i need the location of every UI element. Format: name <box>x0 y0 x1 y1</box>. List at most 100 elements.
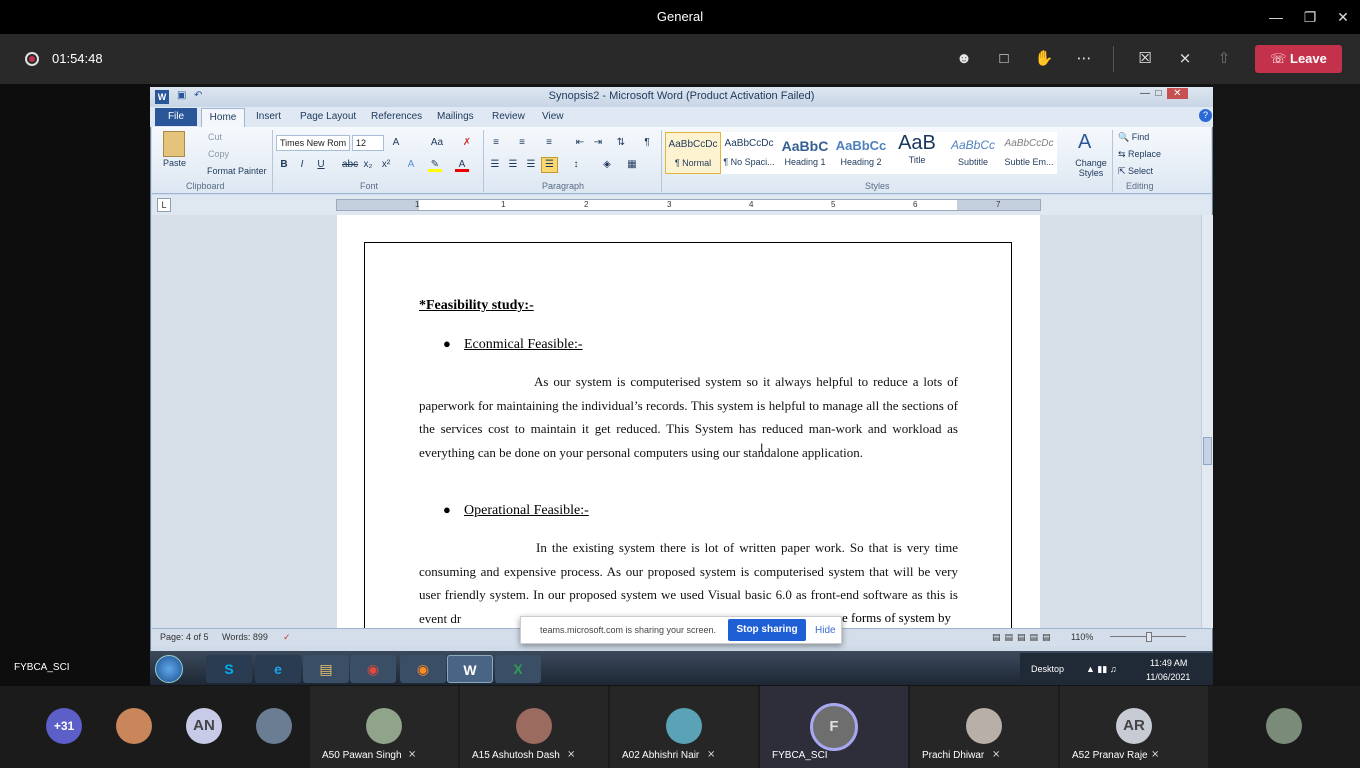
text-effects-icon[interactable]: A <box>404 158 418 172</box>
borders-icon[interactable]: ▦ <box>625 158 639 172</box>
paste-button[interactable]: Paste <box>163 158 186 168</box>
word-window-controls[interactable]: — □ ✕ <box>1140 88 1206 102</box>
justify-icon[interactable]: ☰ <box>541 157 558 173</box>
firefox-taskbar-icon[interactable]: ◉ <box>400 655 446 683</box>
style-heading-2[interactable]: AaBbCc Heading 2 <box>833 132 889 174</box>
file-explorer-taskbar-icon[interactable]: ▤ <box>303 655 349 683</box>
sort-icon[interactable]: ⇅ <box>614 136 628 150</box>
more-actions-icon[interactable]: ⋯ <box>1073 48 1095 70</box>
tab-mailings[interactable]: Mailings <box>437 111 474 122</box>
stop-sharing-button[interactable]: Stop sharing <box>728 619 806 641</box>
align-left-icon[interactable]: ☰ <box>488 158 502 172</box>
tab-selector-icon[interactable]: L <box>157 198 171 212</box>
copy-button[interactable]: Copy <box>208 149 229 159</box>
underline-icon[interactable]: U <box>314 158 328 172</box>
tab-insert[interactable]: Insert <box>256 111 281 122</box>
tray-icons[interactable]: ▲ ▮▮ ♫ <box>1086 664 1117 675</box>
participants-icon[interactable]: ☻ <box>953 48 975 70</box>
style-title[interactable]: AaB Title <box>889 132 945 174</box>
clear-formatting-icon[interactable]: ✗ <box>460 136 474 150</box>
self-video-avatar[interactable] <box>1266 708 1302 744</box>
subscript-icon[interactable]: x₂ <box>361 158 375 172</box>
show-formatting-icon[interactable]: ¶ <box>640 136 654 150</box>
find-button[interactable]: 🔍 Find <box>1118 132 1149 143</box>
cut-button[interactable]: Cut <box>208 132 222 142</box>
avatar[interactable] <box>256 708 292 744</box>
hide-notice-button[interactable]: Hide <box>815 625 836 636</box>
tab-review[interactable]: Review <box>492 111 525 122</box>
desktop-toolbar[interactable]: Desktop <box>1031 664 1064 674</box>
clock-time[interactable]: 11:49 AM <box>1150 658 1187 668</box>
chat-icon[interactable]: □ <box>993 48 1015 70</box>
vertical-scrollbar[interactable] <box>1201 215 1213 628</box>
style-heading-1[interactable]: AaBbC Heading 1 <box>777 132 833 174</box>
internet-explorer-taskbar-icon[interactable]: e <box>255 655 301 683</box>
tab-file[interactable]: File <box>155 108 197 126</box>
select-button[interactable]: ⇱ Select <box>1118 166 1153 177</box>
highlight-icon[interactable]: ✎ <box>428 158 442 172</box>
overflow-participants-badge[interactable]: +31 <box>46 708 82 744</box>
section-title[interactable]: Operational Feasible:- <box>464 503 589 519</box>
word-count[interactable]: Words: 899 <box>222 632 268 642</box>
align-right-icon[interactable]: ☰ <box>524 158 538 172</box>
excel-taskbar-icon[interactable]: X <box>495 655 541 683</box>
numbering-icon[interactable]: ≡ <box>515 136 529 150</box>
bullets-icon[interactable]: ≡ <box>489 136 503 150</box>
style-no-spacing[interactable]: AaBbCcDc ¶ No Spaci... <box>721 132 777 174</box>
zoom-level[interactable]: 110% <box>1071 632 1093 642</box>
change-styles-button[interactable]: Change Styles <box>1073 158 1109 178</box>
decrease-indent-icon[interactable]: ⇤ <box>573 136 587 150</box>
share-notice-text: teams.microsoft.com is sharing your scre… <box>540 625 717 635</box>
view-buttons-icon[interactable]: ▤▤▤▤▤ <box>992 632 1055 643</box>
chrome-taskbar-icon[interactable]: ◉ <box>350 655 396 683</box>
section-title[interactable]: Econmical Feasible:- <box>464 337 583 353</box>
align-center-icon[interactable]: ☰ <box>506 158 520 172</box>
increase-indent-icon[interactable]: ⇥ <box>591 136 605 150</box>
scroll-thumb[interactable] <box>1203 437 1212 465</box>
font-size-combo[interactable]: 12 <box>352 135 384 151</box>
avatar[interactable]: AN <box>186 708 222 744</box>
help-icon[interactable]: ? <box>1199 109 1212 122</box>
minimize-icon[interactable]: — <box>1264 6 1288 28</box>
clock-date[interactable]: 11/06/2021 <box>1146 672 1190 682</box>
document-heading[interactable]: *Feasibility study:- <box>419 298 534 314</box>
style-subtle-emphasis[interactable]: AaBbCcDc Subtle Em... <box>1001 132 1057 174</box>
tab-view[interactable]: View <box>542 111 564 122</box>
replace-button[interactable]: ⇆ Replace <box>1118 149 1161 160</box>
close-icon[interactable]: ✕ <box>1331 6 1355 28</box>
font-name-combo[interactable]: Times New Rom <box>276 135 350 151</box>
share-tray-icon[interactable]: ⇧ <box>1213 48 1235 70</box>
avatar[interactable] <box>116 708 152 744</box>
grow-font-icon[interactable]: A <box>389 136 403 150</box>
line-spacing-icon[interactable]: ↕ <box>569 158 583 172</box>
tab-page-layout[interactable]: Page Layout <box>300 111 356 122</box>
italic-icon[interactable]: I <box>295 158 309 172</box>
word-taskbar-icon[interactable]: W <box>447 655 493 683</box>
style-subtitle[interactable]: AaBbCc Subtitle <box>945 132 1001 174</box>
page-count[interactable]: Page: 4 of 5 <box>160 632 209 642</box>
raise-hand-icon[interactable]: ✋ <box>1033 48 1055 70</box>
start-button-icon[interactable] <box>155 655 183 683</box>
mic-off-icon[interactable]: ⨯ <box>1174 48 1196 70</box>
proofing-icon[interactable]: ✓ <box>283 632 291 643</box>
strikethrough-icon[interactable]: abc <box>342 158 358 172</box>
tab-references[interactable]: References <box>371 111 422 122</box>
horizontal-ruler[interactable]: 1 1 2 3 4 5 6 7 <box>336 199 1041 211</box>
multilevel-list-icon[interactable]: ≡ <box>542 136 556 150</box>
shading-icon[interactable]: ◈ <box>600 158 614 172</box>
bold-icon[interactable]: B <box>277 158 291 172</box>
tab-home[interactable]: Home <box>201 108 245 128</box>
restore-icon[interactable]: ❐ <box>1298 6 1322 28</box>
change-case-icon[interactable]: Aa <box>430 136 444 150</box>
style-normal[interactable]: AaBbCcDc ¶ Normal <box>665 132 721 174</box>
leave-button[interactable]: ☏ Leave <box>1255 45 1342 73</box>
camera-off-icon[interactable]: ☒ <box>1134 48 1156 70</box>
superscript-icon[interactable]: x² <box>379 158 393 172</box>
paste-icon[interactable] <box>163 131 185 157</box>
zoom-slider-thumb[interactable] <box>1146 632 1152 642</box>
section-body[interactable]: As our system is computerised system so … <box>419 370 958 464</box>
format-painter-button[interactable]: Format Painter <box>207 166 267 176</box>
font-color-icon[interactable]: A <box>455 158 469 172</box>
skype-taskbar-icon[interactable]: S <box>206 655 252 683</box>
change-styles-icon[interactable]: A <box>1078 131 1091 154</box>
